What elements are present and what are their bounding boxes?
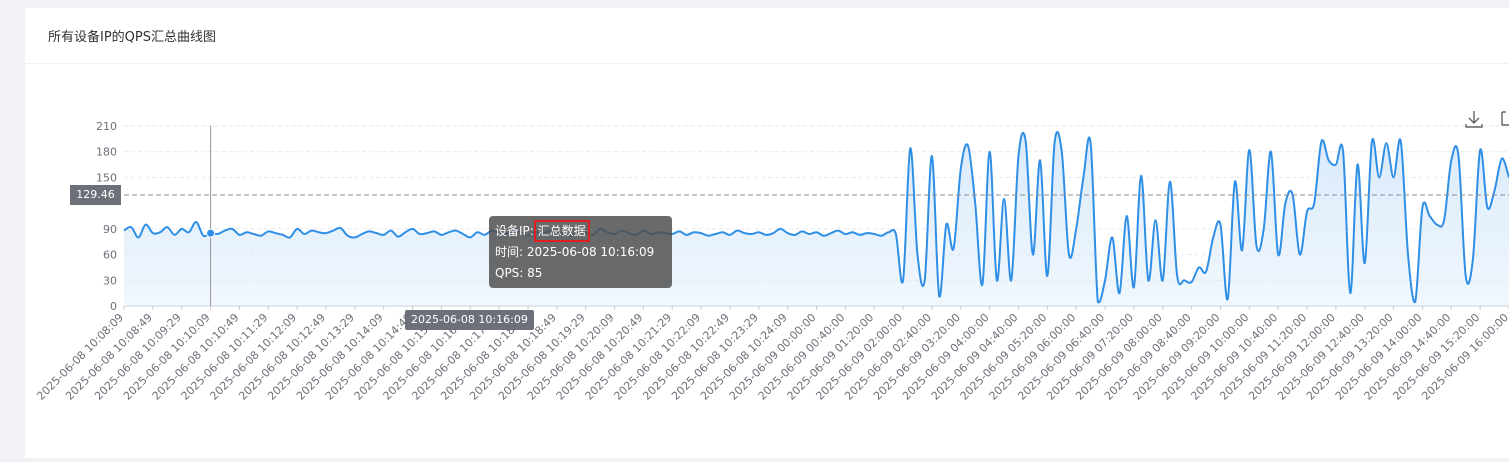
tooltip-qps: QPS: 85 [495,266,543,280]
y-tick-label: 60 [103,249,117,262]
y-tick-label: 150 [96,171,117,184]
series-area [124,131,1509,306]
download-icon[interactable] [1463,108,1485,130]
y-tick-label: 180 [96,146,117,159]
chart-tooltip: 设备IP: 汇总数据 时间: 2025-06-08 10:16:09 QPS: … [489,216,672,288]
tooltip-device-row: 设备IP: 汇总数据 [495,220,666,242]
tooltip-time: 时间: 2025-06-08 10:16:09 [495,245,655,259]
series-area-fill [124,131,1509,306]
data-zoom-icon[interactable] [1497,108,1509,130]
axis-pointer-label: 2025-06-08 10:16:09 [405,310,534,330]
mark-line-label: 129.46 [70,185,121,205]
hover-point[interactable] [206,228,216,238]
tooltip-device-value: 汇总数据 [533,220,590,242]
y-tick-label: 30 [103,274,117,287]
chart-svg[interactable]: 0306090150180210 2025-06-08 10:08:092025… [0,0,1509,458]
y-tick-label: 90 [103,223,117,236]
y-tick-label: 210 [96,120,117,133]
qps-chart[interactable]: 0 30 60 90 150 180 210 2025-06-08 10:08:09 2025… [0,0,1509,458]
x-axis: 2025-06-08 10:08:092025-06-08 10:08:4920… [34,306,1509,403]
tooltip-device-label: 设备IP: [495,224,538,238]
y-axis: 0306090150180210 [96,120,117,313]
